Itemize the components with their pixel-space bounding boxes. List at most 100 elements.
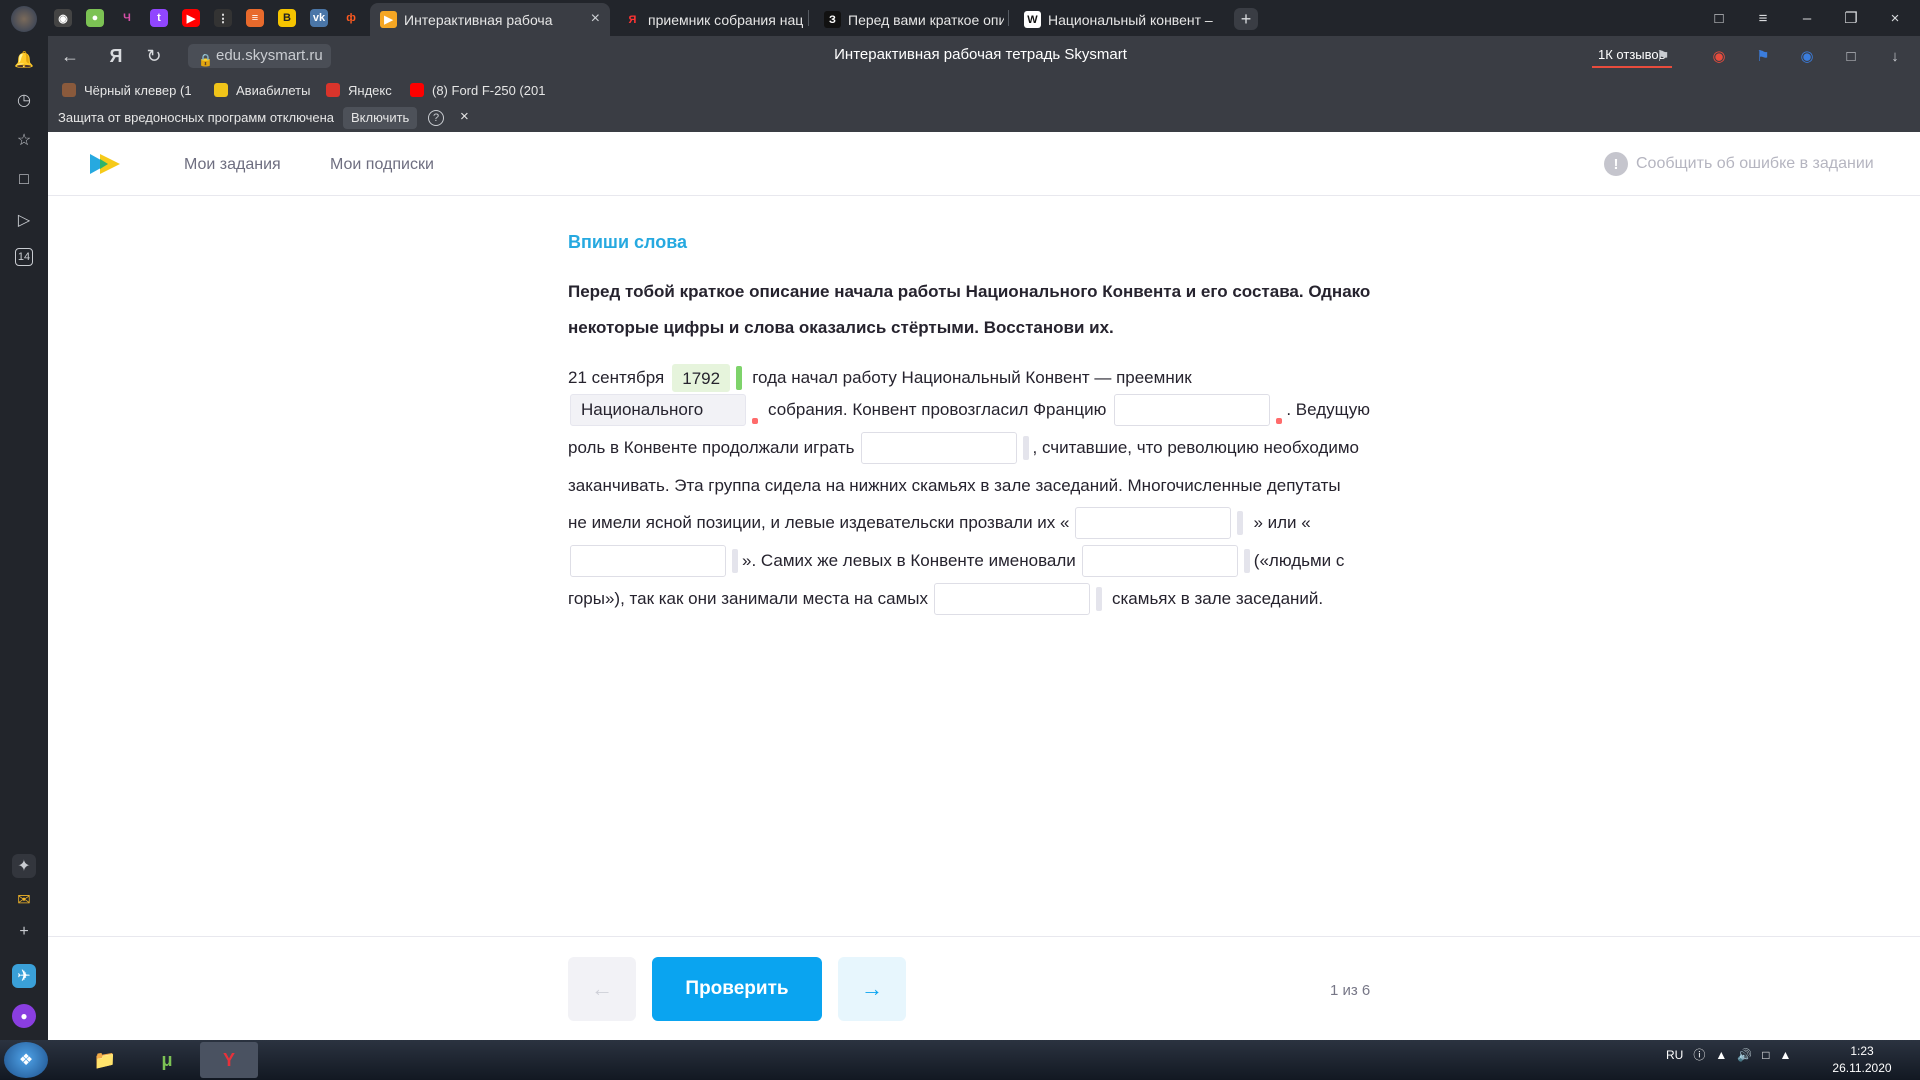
text-fragment: 21 сентября — [568, 368, 665, 387]
profile-avatar[interactable] — [11, 6, 37, 32]
text-fragment: горы»), так как они занимали места на са… — [568, 589, 928, 608]
bookmark-icon[interactable]: ⚑ — [1652, 46, 1674, 66]
tab-yandex-search[interactable]: Я приемник собрания нац — [614, 3, 804, 36]
bookmark-manager-icon[interactable]: □ — [1708, 8, 1730, 28]
tab-znanija[interactable]: З Перед вами краткое опис — [814, 3, 1004, 36]
close-icon[interactable]: × — [591, 10, 600, 28]
back-icon[interactable]: ← — [58, 45, 82, 67]
youtube-icon[interactable]: ▶ — [182, 9, 200, 27]
twitch-icon[interactable]: t — [150, 9, 168, 27]
answer-blank-8[interactable] — [933, 583, 1090, 615]
report-error-link[interactable]: ! Сообщить об ошибке в задании — [1604, 152, 1874, 176]
gamepad-icon[interactable]: ● — [86, 9, 104, 27]
error-indicator — [1276, 396, 1283, 424]
vpn-icon[interactable]: ◉ — [1796, 46, 1818, 66]
screen: 🔔 ◷ ☆ □ ▷ 14 ✦ ✉ + ✈ ● ◉ ● Ч t ▶ ⋮ ≡ B v… — [0, 0, 1920, 1080]
exercise-line: ». Самих же левых в Конвенте именовали (… — [570, 545, 1344, 577]
status-indicator — [1237, 511, 1244, 535]
status-indicator — [1095, 587, 1102, 611]
skysmart-icon: ▶ — [380, 11, 397, 28]
utorrent-icon[interactable]: μ — [138, 1042, 196, 1078]
language-indicator[interactable]: RU — [1666, 1048, 1683, 1062]
windows-taskbar: ❖ 📁 μ Y RU ⓘ ▲ 🔊 □ ▲ 1:23 26.11.2020 — [0, 1040, 1920, 1080]
url-field[interactable]: 🔒 edu.skysmart.ru — [188, 44, 331, 68]
help-tray-icon[interactable]: ⓘ — [1693, 1046, 1705, 1063]
exercise-line: 21 сентября 1792 года начал работу Нацио… — [568, 362, 1192, 394]
previous-button[interactable]: ← — [568, 957, 636, 1021]
skysmart-logo[interactable] — [88, 152, 122, 176]
start-button[interactable]: ❖ — [4, 1042, 48, 1078]
close-icon[interactable]: × — [460, 108, 469, 125]
bookmark-item[interactable]: (8) Ford F-250 (201 — [410, 81, 545, 99]
bookmark-item[interactable]: Чёрный клевер (1 — [62, 81, 192, 99]
bookmark-favicon — [326, 83, 340, 97]
answer-blank-2[interactable]: Национального — [570, 394, 746, 426]
extension-icon[interactable]: ⚑ — [1752, 46, 1774, 66]
bookmark-favicon — [62, 83, 76, 97]
volume-icon[interactable]: 🔊 — [1737, 1048, 1752, 1062]
b-icon[interactable]: B — [278, 9, 296, 27]
text-fragment: , считавшие, что революцию необходимо — [1032, 438, 1359, 457]
alice-icon[interactable]: ✦ — [12, 854, 36, 878]
file-explorer-icon[interactable]: 📁 — [76, 1042, 134, 1078]
action-center-icon[interactable]: □ — [1762, 1048, 1769, 1062]
bookmark-item[interactable]: Авиабилеты — [214, 81, 310, 99]
wifi-icon[interactable]: ▲ — [1779, 1048, 1791, 1062]
minimize-icon[interactable]: – — [1796, 8, 1818, 28]
mail-icon[interactable]: ✉ — [12, 888, 36, 912]
browser-sidebar: 🔔 ◷ ☆ □ ▷ 14 ✦ ✉ + ✈ ● — [0, 0, 48, 1040]
tab-label: Перед вами краткое опис — [848, 11, 1004, 28]
download-icon[interactable]: ↓ — [1884, 46, 1906, 66]
menu-icon[interactable]: ≡ — [1752, 8, 1774, 28]
bookmarks-bar: Чёрный клевер (1 Авиабилеты Яндекс (8) F… — [48, 76, 1920, 104]
text-fragment: ». Самих же левых в Конвенте именовали — [742, 551, 1076, 570]
letter-icon[interactable]: Ч — [118, 9, 136, 27]
tab-wikipedia[interactable]: W Национальный конвент – — [1014, 3, 1214, 36]
restore-icon[interactable]: ❐ — [1840, 8, 1862, 28]
bookmark-label: Авиабилеты — [236, 82, 311, 98]
new-tab-button[interactable]: + — [1234, 8, 1258, 30]
reload-icon[interactable]: ↻ — [142, 45, 166, 67]
answer-blank-6[interactable] — [570, 545, 726, 577]
check-button[interactable]: Проверить — [652, 957, 822, 1021]
help-icon[interactable]: ? — [428, 110, 444, 126]
nav-my-subscriptions[interactable]: Мои подписки — [330, 156, 434, 174]
dots-icon[interactable]: ⋮ — [214, 9, 232, 27]
collections-icon[interactable]: □ — [12, 168, 36, 192]
yandex-home-icon[interactable]: Я — [104, 45, 128, 67]
bookmark-favicon — [410, 83, 424, 97]
text-fragment: не имели ясной позиции, и левые издевате… — [568, 513, 1070, 532]
bookmark-item[interactable]: Яндекс — [326, 81, 392, 99]
enable-protection-button[interactable]: Включить — [343, 107, 418, 129]
bell-icon[interactable]: 🔔 — [12, 48, 36, 72]
close-window-icon[interactable]: × — [1884, 8, 1906, 28]
text-fragment: заканчивать. Эта группа сидела на нижних… — [568, 476, 1341, 495]
stack-icon[interactable]: ≡ — [246, 9, 264, 27]
star-icon[interactable]: ☆ — [12, 128, 36, 152]
next-button[interactable]: → — [838, 957, 906, 1021]
exercise-line: роль в Конвенте продолжали играть , счит… — [568, 432, 1359, 464]
yandex-browser-icon[interactable]: Y — [200, 1042, 258, 1078]
play-icon[interactable]: ▷ — [12, 208, 36, 232]
answer-blank-1[interactable]: 1792 — [672, 364, 731, 392]
ivi-icon[interactable]: ф — [342, 9, 360, 27]
clock[interactable]: 1:23 26.11.2020 — [1832, 1043, 1892, 1077]
answer-blank-4[interactable] — [860, 432, 1017, 464]
adblock-icon[interactable]: ◉ — [1708, 46, 1730, 66]
vk-icon[interactable]: vk — [310, 9, 328, 27]
text-fragment: скамьях в зале заседаний. — [1111, 589, 1324, 608]
messenger-icon[interactable]: ✈ — [12, 964, 36, 988]
calendar-icon[interactable]: 14 — [15, 248, 33, 266]
alice-orb-icon[interactable]: ● — [12, 1004, 36, 1028]
collections-toolbar-icon[interactable]: □ — [1840, 46, 1862, 66]
history-icon[interactable]: ◷ — [12, 88, 36, 112]
chrome-icon[interactable]: ◉ — [54, 9, 72, 27]
add-panel-icon[interactable]: + — [12, 920, 36, 944]
answer-blank-5[interactable] — [1075, 507, 1232, 539]
page-content: Мои задания Мои подписки ! Сообщить об о… — [48, 132, 1920, 1040]
answer-blank-7[interactable] — [1081, 545, 1238, 577]
nav-my-tasks[interactable]: Мои задания — [184, 156, 281, 174]
tab-skysmart[interactable]: ▶ Интерактивная рабоча × — [370, 3, 610, 36]
answer-blank-3[interactable] — [1114, 394, 1271, 426]
network-icon[interactable]: ▲ — [1715, 1048, 1727, 1062]
